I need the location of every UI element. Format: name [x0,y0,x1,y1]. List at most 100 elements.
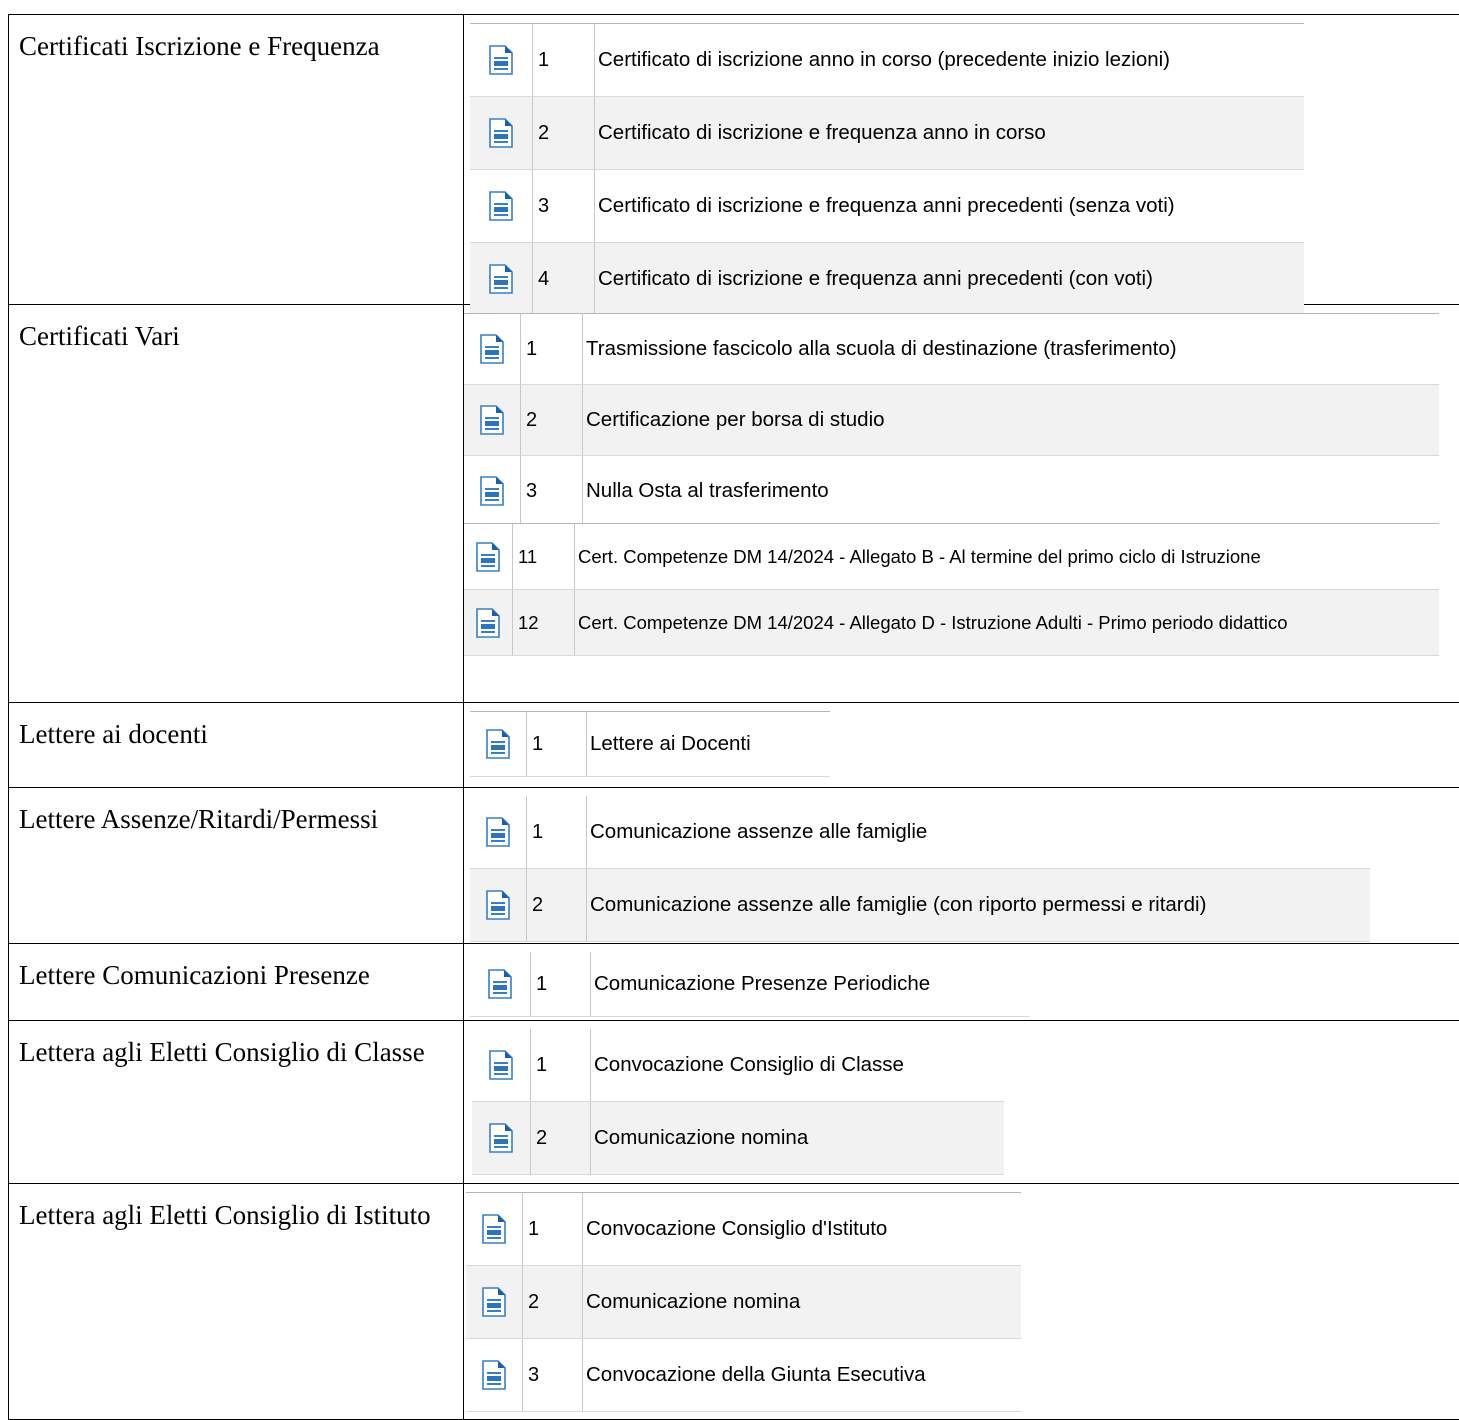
report-number: 1 [526,796,586,868]
report-list-screenshot: 1Convocazione Consiglio di Classe2Comuni… [472,1029,1004,1175]
report-number: 2 [520,385,582,455]
report-item-row[interactable]: 3Convocazione della Giunta Esecutiva [466,1339,1021,1412]
report-title: Cert. Competenze DM 14/2024 - Allegato D… [574,590,1288,655]
column-divider [530,1102,531,1174]
category-cell: Certificati Iscrizione e Frequenza [9,15,464,305]
report-item-row[interactable]: 3Certificato di iscrizione e frequenza a… [470,170,1304,243]
report-list-screenshot: 1Lettere ai Docenti [470,711,830,777]
report-item-row[interactable]: 2Comunicazione nomina [466,1266,1021,1339]
report-item-row[interactable]: 11Cert. Competenze DM 14/2024 - Allegato… [464,523,1439,590]
report-list-screenshot: 1Certificato di iscrizione anno in corso… [470,23,1304,316]
report-item-row[interactable]: 1Comunicazione assenze alle famiglie [470,796,1370,869]
report-number: 1 [526,712,586,776]
column-divider [582,1266,583,1338]
report-number: 1 [530,1029,590,1101]
report-number: 3 [522,1339,582,1411]
table-row: Lettere Assenze/Ritardi/Permessi 1Comuni… [9,788,1459,944]
document-icon [464,385,520,455]
report-number: 1 [522,1193,582,1265]
report-title: Comunicazione nomina [582,1266,800,1338]
column-divider [582,1339,583,1411]
report-number: 12 [512,590,574,655]
report-list-screenshot: 1Trasmissione fascicolo alla scuola di d… [464,313,1439,527]
screenshot-cell: 1Certificato di iscrizione anno in corso… [464,15,1459,305]
column-divider [522,1193,523,1265]
report-title: Comunicazione assenze alle famiglie [586,796,927,868]
report-item-row[interactable]: 1Convocazione Consiglio d'Istituto [466,1192,1021,1266]
report-title: Cert. Competenze DM 14/2024 - Allegato B… [574,524,1261,589]
document-icon [466,1339,522,1411]
screenshot-cell: 1Convocazione Consiglio di Classe2Comuni… [464,1021,1459,1184]
report-title: Certificato di iscrizione e frequenza an… [594,97,1046,169]
document-icon [470,952,530,1016]
column-divider [590,952,591,1016]
table-row: Certificati Vari 1Trasmissione fascicolo… [9,305,1459,703]
report-item-row[interactable]: 3Nulla Osta al trasferimento [464,456,1439,527]
document-icon [470,712,526,776]
report-title: Convocazione Consiglio di Classe [590,1029,904,1101]
document-icon [470,97,532,169]
document-icon [470,24,532,96]
report-title: Certificato di iscrizione e frequenza an… [594,170,1175,242]
column-divider [520,456,521,526]
report-title: Nulla Osta al trasferimento [582,456,829,526]
report-number: 2 [532,97,594,169]
report-title: Convocazione Consiglio d'Istituto [582,1193,887,1265]
document-icon [470,170,532,242]
category-label: Lettere ai docenti [9,703,463,750]
category-label: Certificati Vari [9,305,463,352]
column-divider [586,712,587,776]
column-divider [574,524,575,589]
report-title: Convocazione della Giunta Esecutiva [582,1339,926,1411]
report-item-row[interactable]: 1Certificato di iscrizione anno in corso… [470,23,1304,97]
screenshot-cell: 1Trasmissione fascicolo alla scuola di d… [464,305,1459,703]
column-divider [594,97,595,169]
category-cell: Lettera agli Eletti Consiglio di Istitut… [9,1184,464,1420]
screenshot-cell: 1Comunicazione Presenze Periodiche [464,944,1459,1021]
report-number: 3 [520,456,582,526]
column-divider [532,97,533,169]
report-number: 2 [530,1102,590,1174]
screenshot-cell: 1Lettere ai Docenti [464,703,1459,788]
category-label: Lettere Comunicazioni Presenze [9,944,463,991]
report-number: 2 [522,1266,582,1338]
report-item-row[interactable]: 2Comunicazione assenze alle famiglie (co… [470,869,1370,942]
report-number: 1 [532,24,594,96]
document-icon [464,456,520,526]
category-cell: Lettere Assenze/Ritardi/Permessi [9,788,464,944]
report-item-row[interactable]: 1Trasmissione fascicolo alla scuola di d… [464,313,1439,385]
report-item-row[interactable]: 1Comunicazione Presenze Periodiche [470,952,1030,1017]
column-divider [530,952,531,1016]
document-icon [466,1193,522,1265]
report-title: Comunicazione Presenze Periodiche [590,952,930,1016]
table-row: Lettere ai docenti 1Lettere ai Docenti [9,703,1459,788]
screenshot-cell: 1Convocazione Consiglio d'Istituto2Comun… [464,1184,1459,1420]
report-item-row[interactable]: 2Certificazione per borsa di studio [464,385,1439,456]
report-item-row[interactable]: 2Certificato di iscrizione e frequenza a… [470,97,1304,170]
document-icon [470,796,526,868]
table-row: Certificati Iscrizione e Frequenza 1Cert… [9,15,1459,305]
column-divider [582,314,583,384]
table-row: Lettera agli Eletti Consiglio di Istitut… [9,1184,1459,1420]
report-item-row[interactable]: 2Comunicazione nomina [472,1102,1004,1175]
column-divider [532,24,533,96]
report-item-row[interactable]: 1Lettere ai Docenti [470,711,830,777]
report-number: 1 [530,952,590,1016]
category-label: Lettera agli Eletti Consiglio di Classe [9,1021,463,1068]
category-cell: Lettere ai docenti [9,703,464,788]
category-label: Lettera agli Eletti Consiglio di Istitut… [9,1184,463,1231]
report-title: Trasmissione fascicolo alla scuola di de… [582,314,1177,384]
category-cell: Certificati Vari [9,305,464,703]
column-divider [526,869,527,941]
column-divider [526,796,527,868]
report-item-row[interactable]: 1Convocazione Consiglio di Classe [472,1029,1004,1102]
column-divider [582,456,583,526]
report-item-row[interactable]: 12Cert. Competenze DM 14/2024 - Allegato… [464,590,1439,656]
category-label: Certificati Iscrizione e Frequenza [9,15,463,62]
report-number: 3 [532,170,594,242]
column-divider [522,1339,523,1411]
document-icon [472,1029,530,1101]
screenshot-cell: 1Comunicazione assenze alle famiglie2Com… [464,788,1459,944]
document-icon [464,524,512,589]
column-divider [520,385,521,455]
